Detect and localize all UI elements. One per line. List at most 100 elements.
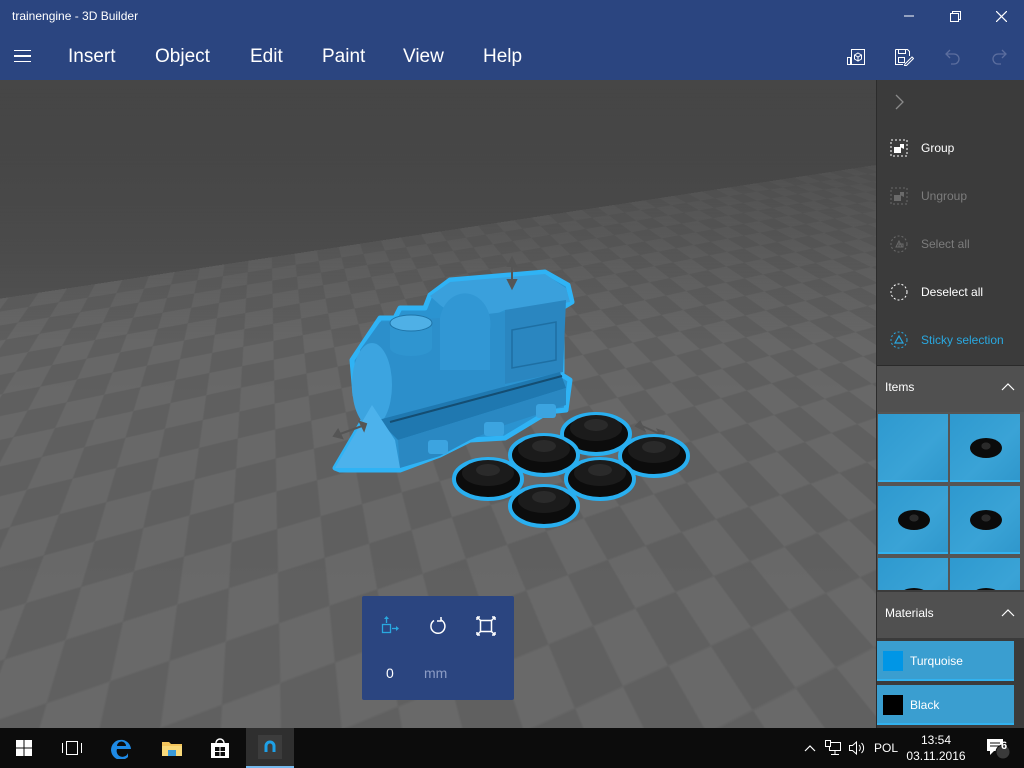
group-label: Group [921,141,955,155]
undo-button[interactable] [939,44,965,70]
items-section-header[interactable]: Items [877,366,1024,412]
side-panel: Group Ungroup Select all Deselect all St… [876,80,1024,728]
3d-builder-icon [258,735,282,759]
wheel-model[interactable] [452,457,524,501]
network-button[interactable] [822,728,844,768]
material-label: Turquoise [910,654,963,668]
deselect-all-icon [890,283,908,301]
transform-value-input[interactable]: 0 [386,665,394,681]
redo-button[interactable] [987,44,1013,70]
ungroup-label: Ungroup [921,189,968,203]
menu-paint[interactable]: Paint [322,46,365,68]
item-tile-wheel[interactable] [950,414,1020,482]
volume-icon [849,740,865,756]
materials-title: Materials [885,606,934,620]
store-icon [211,738,229,758]
menu-object[interactable]: Object [155,46,210,68]
minimize-button[interactable] [886,0,932,32]
title-bar: trainengine - 3D Builder [0,0,1024,32]
start-button[interactable] [0,728,48,768]
clock-button[interactable]: 13:54 03.11.2016 [904,732,968,764]
3d-builder-taskbar-button[interactable] [246,728,294,768]
material-turquoise[interactable]: Turquoise [877,641,1014,681]
wheel-model[interactable] [508,484,580,528]
transform-unit-label: mm [424,665,448,681]
items-title: Items [885,380,915,394]
menu-insert[interactable]: Insert [68,46,116,68]
wheel-model[interactable] [564,457,636,501]
deselect-all-button[interactable]: Deselect all [877,274,1024,310]
3d-viewport[interactable]: 0 mm [0,80,876,728]
menu-edit[interactable]: Edit [250,46,283,68]
menu-bar: Insert Object Edit Paint View Help [0,32,1024,80]
transform-panel: 0 mm [362,596,514,700]
item-tile-wheel[interactable] [878,558,948,590]
ungroup-icon [890,187,908,205]
sticky-selection-toggle[interactable]: Sticky selection [877,322,1024,358]
wheel-thumbnail [970,510,1002,530]
menu-help[interactable]: Help [483,46,522,68]
rotate-tool-button[interactable] [425,614,451,638]
select-all-button[interactable]: Select all [877,226,1024,262]
group-icon [890,139,908,157]
chevron-right-icon[interactable] [891,92,907,112]
wheel-thumbnail [970,588,1002,590]
taskbar: POL 13:54 03.11.2016 6 [0,728,1024,768]
wheel-thumbnail [898,588,930,590]
action-center-button[interactable]: 6 [976,728,1016,768]
volume-button[interactable] [846,728,868,768]
close-icon [995,10,1007,22]
material-label: Black [910,698,940,712]
hamburger-icon-line [13,55,31,57]
3d-print-icon [847,49,865,65]
clock-date: 03.11.2016 [906,749,966,763]
deselect-all-label: Deselect all [921,285,984,299]
restore-button[interactable] [932,0,978,32]
close-button[interactable] [978,0,1024,32]
item-tile-wheel[interactable] [950,486,1020,554]
minimize-icon [904,15,914,17]
hamburger-menu-button[interactable] [10,44,34,68]
materials-section-header[interactable]: Materials [877,592,1024,638]
windows-start-icon [16,740,32,756]
scale-tool-button[interactable] [473,614,499,638]
group-button[interactable]: Group [877,130,1024,166]
save-icon [895,49,914,66]
task-view-icon [62,741,82,755]
rotate-icon [430,617,446,635]
file-explorer-button[interactable] [148,728,196,768]
input-language-button[interactable]: POL [870,728,902,768]
select-all-icon [890,235,908,253]
chevron-up-icon [804,745,816,752]
clock-time: 13:54 [920,733,952,747]
task-view-button[interactable] [48,728,96,768]
window-title: trainengine - 3D Builder [12,9,139,23]
3d-print-button[interactable] [843,44,869,70]
store-button[interactable] [196,728,244,768]
material-swatch [883,651,903,671]
menu-view[interactable]: View [403,46,444,68]
ungroup-button[interactable]: Ungroup [877,178,1024,214]
restore-icon [949,10,961,22]
notification-count-badge: 6 [1000,740,1008,752]
item-tile-wheel[interactable] [950,558,1020,590]
wheel-thumbnail [898,510,930,530]
sticky-selection-label: Sticky selection [921,333,1004,347]
select-all-label: Select all [921,237,970,251]
save-button[interactable] [891,44,917,70]
material-black[interactable]: Black [877,685,1014,725]
edge-icon [111,739,131,759]
network-icon [825,740,841,755]
undo-icon [945,49,960,65]
move-tool-button[interactable] [377,614,403,638]
items-grid [877,412,1024,590]
item-tile-wheel[interactable] [878,486,948,554]
scale-icon [476,616,496,636]
material-swatch [883,695,903,715]
chevron-up-icon [1001,383,1015,391]
redo-icon [992,49,1007,65]
item-tile-train-engine[interactable] [878,414,948,482]
edge-button[interactable] [98,728,146,768]
show-hidden-icons-button[interactable] [800,728,820,768]
chevron-up-icon [1001,609,1015,617]
